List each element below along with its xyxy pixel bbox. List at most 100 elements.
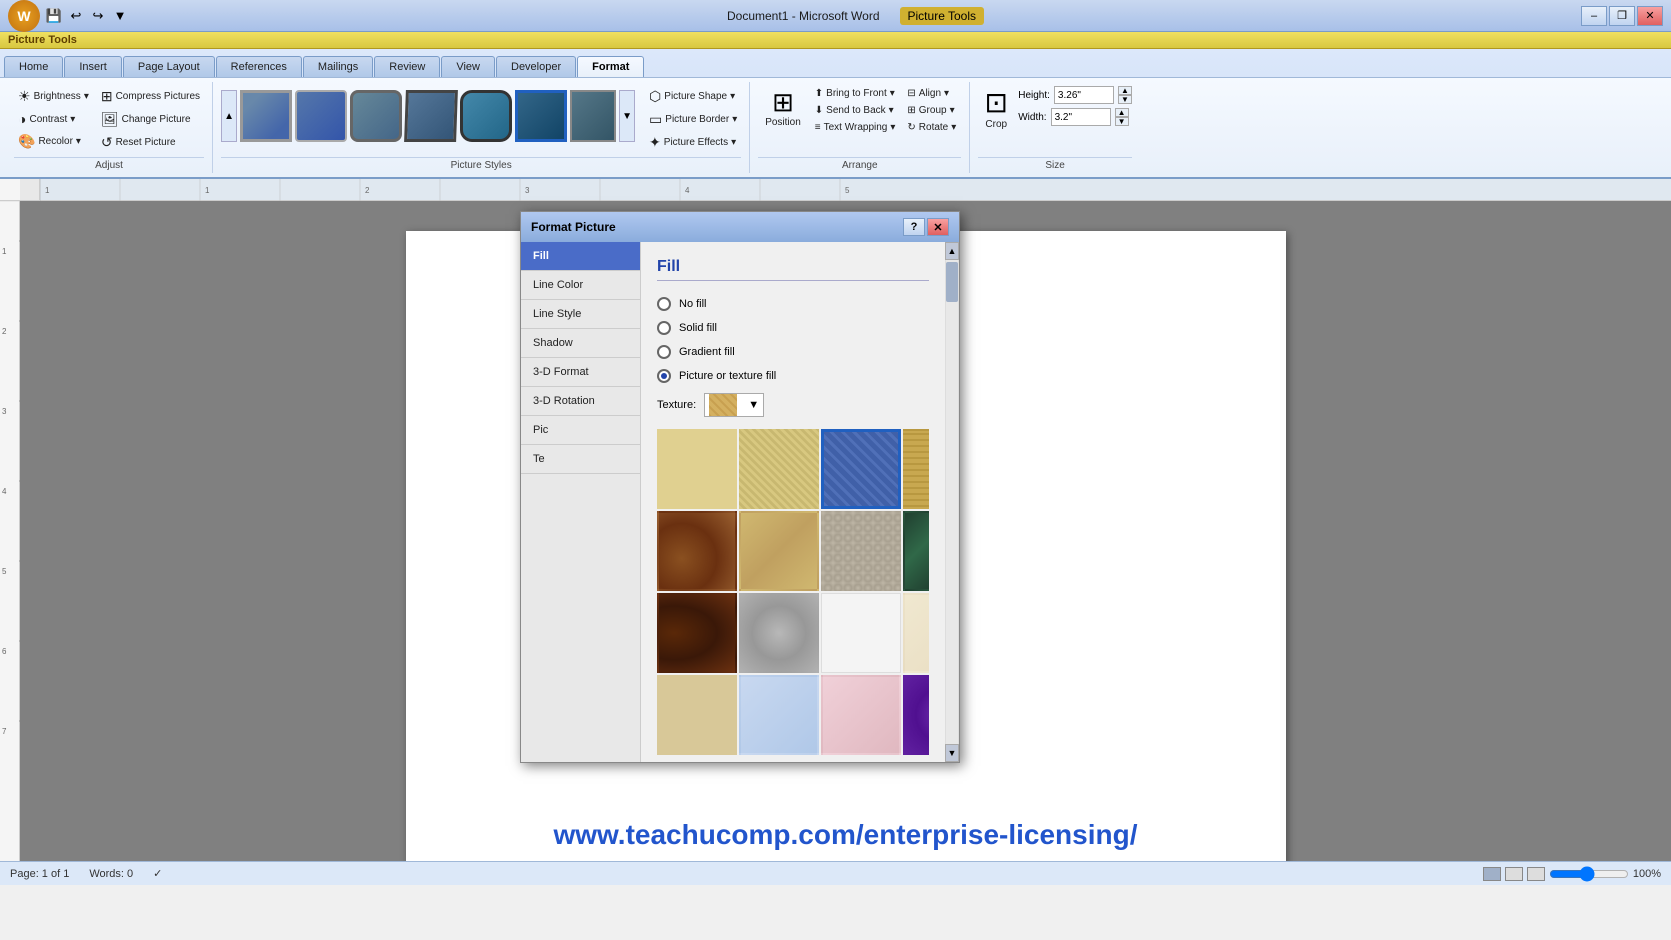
- position-button[interactable]: ⊞ Position: [759, 86, 807, 131]
- pic-style-6[interactable]: [515, 90, 567, 142]
- qa-dropdown-button[interactable]: ▼: [110, 6, 130, 26]
- dialog-help-button[interactable]: ?: [903, 218, 925, 236]
- undo-qa-button[interactable]: ↩: [66, 6, 86, 26]
- full-screen-button[interactable]: [1505, 867, 1523, 881]
- crop-button[interactable]: ⊡ Crop: [978, 86, 1014, 133]
- adjust-col2: ⊞ Compress Pictures 🖼 Change Picture ↺ R…: [97, 86, 204, 153]
- pic-style-4[interactable]: [404, 90, 458, 142]
- nav-line-style[interactable]: Line Style: [521, 300, 640, 329]
- recolor-button[interactable]: 🎨 Recolor ▾: [14, 131, 93, 152]
- send-to-back-button[interactable]: ⬇ Send to Back ▾: [811, 103, 900, 118]
- restore-button[interactable]: ❐: [1609, 6, 1635, 26]
- align-button[interactable]: ⊟ Align ▾: [903, 86, 960, 101]
- pic-style-2[interactable]: [295, 90, 347, 142]
- nav-3d-rotation[interactable]: 3-D Rotation: [521, 387, 640, 416]
- styles-scroll-down[interactable]: ▼: [619, 90, 635, 142]
- scroll-thumb[interactable]: [946, 262, 958, 302]
- picture-texture-fill-radio[interactable]: [657, 369, 671, 383]
- tab-review[interactable]: Review: [374, 56, 440, 77]
- tab-format[interactable]: Format: [577, 56, 644, 77]
- rotate-button[interactable]: ↻ Rotate ▾: [903, 120, 960, 135]
- gradient-fill-radio[interactable]: [657, 345, 671, 359]
- office-button[interactable]: W: [8, 0, 40, 32]
- width-down[interactable]: ▼: [1115, 117, 1129, 126]
- group-button[interactable]: ⊞ Group ▾: [903, 103, 960, 118]
- brightness-button[interactable]: ☀ Brightness ▾: [14, 86, 93, 107]
- texture-brown-crumple[interactable]: [657, 511, 737, 591]
- texture-denim[interactable]: [821, 429, 901, 509]
- text-wrapping-button[interactable]: ≡ Text Wrapping ▾: [811, 120, 900, 135]
- ribbon-content: ☀ Brightness ▾ ◑ Contrast ▾ 🎨 Recolor ▾: [0, 77, 1671, 177]
- texture-green-marble[interactable]: [903, 511, 929, 591]
- width-row: Width: ▲ ▼: [1018, 108, 1132, 126]
- tab-mailings[interactable]: Mailings: [303, 56, 373, 77]
- texture-gray-granite[interactable]: [739, 593, 819, 673]
- contrast-button[interactable]: ◑ Contrast ▾: [14, 109, 93, 129]
- change-picture-button[interactable]: 🖼 Change Picture: [97, 109, 204, 130]
- nav-te[interactable]: Te: [521, 445, 640, 474]
- texture-purple[interactable]: [903, 675, 929, 755]
- texture-paper[interactable]: [657, 429, 737, 509]
- texture-papyrus[interactable]: [739, 429, 819, 509]
- solid-fill-option[interactable]: Solid fill: [657, 321, 929, 335]
- pic-style-3[interactable]: [350, 90, 402, 142]
- scroll-up-button[interactable]: ▲: [945, 242, 959, 260]
- texture-light-blue[interactable]: [739, 675, 819, 755]
- nav-fill[interactable]: Fill: [521, 242, 640, 271]
- minimize-button[interactable]: –: [1581, 6, 1607, 26]
- height-spinners[interactable]: ▲ ▼: [1118, 86, 1132, 104]
- gradient-fill-option[interactable]: Gradient fill: [657, 345, 929, 359]
- tab-references[interactable]: References: [216, 56, 302, 77]
- texture-dark-wood[interactable]: [657, 593, 737, 673]
- texture-cream[interactable]: [903, 593, 929, 673]
- picture-effects-button[interactable]: ✦ Picture Effects ▾: [645, 132, 741, 153]
- nav-pic[interactable]: Pic: [521, 416, 640, 445]
- texture-scroll-wrapper[interactable]: [657, 421, 929, 755]
- redo-qa-button[interactable]: ↪: [88, 6, 108, 26]
- brightness-label: Brightness: [34, 91, 81, 102]
- width-input[interactable]: [1051, 108, 1111, 126]
- reset-picture-button[interactable]: ↺ Reset Picture: [97, 132, 204, 153]
- pic-style-7[interactable]: [570, 90, 616, 142]
- height-up[interactable]: ▲: [1118, 86, 1132, 95]
- close-button[interactable]: ✕: [1637, 6, 1663, 26]
- print-layout-button[interactable]: [1483, 867, 1501, 881]
- tab-insert[interactable]: Insert: [64, 56, 122, 77]
- picture-border-button[interactable]: ▭ Picture Border ▾: [645, 109, 741, 130]
- width-spinners[interactable]: ▲ ▼: [1115, 108, 1129, 126]
- height-input[interactable]: [1054, 86, 1114, 104]
- compress-pictures-button[interactable]: ⊞ Compress Pictures: [97, 86, 204, 107]
- bring-to-front-button[interactable]: ⬆ Bring to Front ▾: [811, 86, 900, 101]
- width-up[interactable]: ▲: [1115, 108, 1129, 117]
- tab-page-layout[interactable]: Page Layout: [123, 56, 215, 77]
- pic-style-5[interactable]: [460, 90, 512, 142]
- texture-papyrus-light[interactable]: [739, 511, 819, 591]
- brightness-dropdown-icon: ▾: [84, 91, 89, 102]
- web-layout-button[interactable]: [1527, 867, 1545, 881]
- scroll-down-button[interactable]: ▼: [945, 744, 959, 762]
- texture-pink[interactable]: [821, 675, 901, 755]
- dialog-close-button[interactable]: ✕: [927, 218, 949, 236]
- tab-home[interactable]: Home: [4, 56, 63, 77]
- tab-developer[interactable]: Developer: [496, 56, 576, 77]
- save-qa-button[interactable]: 💾: [44, 6, 64, 26]
- pic-style-1[interactable]: [240, 90, 292, 142]
- solid-fill-radio[interactable]: [657, 321, 671, 335]
- height-down[interactable]: ▼: [1118, 95, 1132, 104]
- dialog-scrollbar[interactable]: ▲ ▼: [945, 242, 959, 762]
- picture-shape-button[interactable]: ⬡ Picture Shape ▾: [645, 86, 741, 107]
- texture-tan[interactable]: [657, 675, 737, 755]
- no-fill-radio[interactable]: [657, 297, 671, 311]
- texture-granite-light[interactable]: [821, 511, 901, 591]
- picture-texture-fill-option[interactable]: Picture or texture fill: [657, 369, 929, 383]
- styles-scroll-up[interactable]: ▲: [221, 90, 237, 142]
- nav-shadow[interactable]: Shadow: [521, 329, 640, 358]
- texture-burlap[interactable]: [903, 429, 929, 509]
- zoom-slider[interactable]: [1549, 866, 1629, 882]
- texture-dropdown[interactable]: ▼: [704, 393, 764, 417]
- texture-white[interactable]: [821, 593, 901, 673]
- nav-line-color[interactable]: Line Color: [521, 271, 640, 300]
- tab-view[interactable]: View: [441, 56, 495, 77]
- no-fill-option[interactable]: No fill: [657, 297, 929, 311]
- nav-3d-format[interactable]: 3-D Format: [521, 358, 640, 387]
